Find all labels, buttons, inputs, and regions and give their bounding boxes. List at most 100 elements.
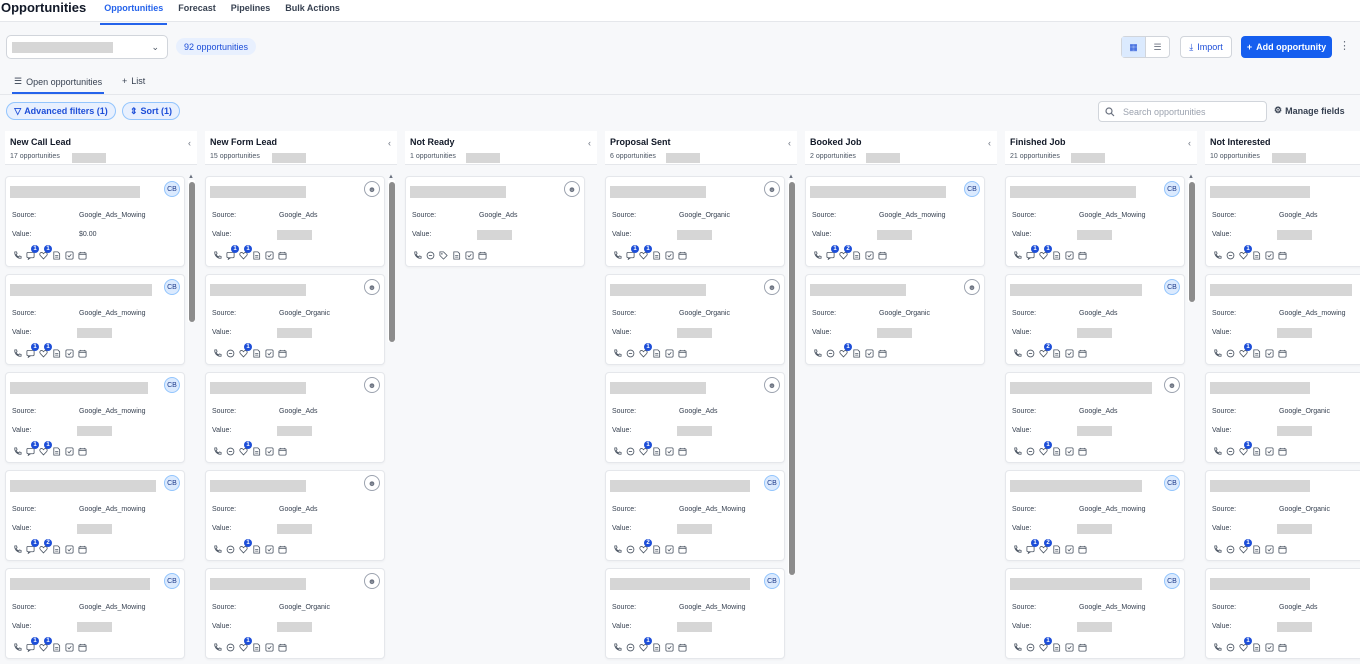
phone-icon[interactable]: [1012, 544, 1022, 554]
avatar[interactable]: CB: [164, 573, 180, 589]
add-list-tab[interactable]: + List: [122, 76, 145, 86]
opportunity-card[interactable]: CB Source: Google_Ads Value: 2: [1005, 274, 1185, 365]
heart-icon[interactable]: 1: [238, 441, 252, 456]
calendar-icon[interactable]: [277, 446, 287, 456]
avatar[interactable]: CB: [1164, 475, 1180, 491]
heart-icon[interactable]: 2: [1038, 539, 1052, 554]
chat-icon[interactable]: [1225, 544, 1235, 554]
phone-icon[interactable]: [12, 642, 22, 652]
document-icon[interactable]: [851, 250, 861, 260]
opportunity-card[interactable]: ☻ Source: Google_Ads Value: 1: [1005, 372, 1185, 463]
avatar[interactable]: CB: [1164, 279, 1180, 295]
opportunity-card[interactable]: ☻ Source: Google_Organic Value: 1: [805, 274, 985, 365]
unassigned-user-icon[interactable]: ☻: [764, 279, 780, 295]
chat-icon[interactable]: [625, 544, 635, 554]
opportunity-card[interactable]: CB Source: Google_Ads_mowing Value: 1 1: [5, 274, 185, 365]
task-check-icon[interactable]: [264, 348, 274, 358]
task-check-icon[interactable]: [1264, 642, 1274, 652]
unassigned-user-icon[interactable]: ☻: [1164, 377, 1180, 393]
calendar-icon[interactable]: [1277, 446, 1287, 456]
scrollbar-thumb[interactable]: [789, 182, 795, 575]
document-icon[interactable]: [1051, 446, 1061, 456]
heart-icon[interactable]: 1: [238, 245, 252, 260]
heart-icon[interactable]: 1: [1238, 245, 1252, 260]
document-icon[interactable]: [651, 446, 661, 456]
document-icon[interactable]: [1251, 642, 1261, 652]
phone-icon[interactable]: [212, 642, 222, 652]
phone-icon[interactable]: [1012, 446, 1022, 456]
chat-icon[interactable]: [1025, 642, 1035, 652]
opportunity-card[interactable]: Source: Google_Ads Value: 1: [1205, 176, 1360, 267]
task-check-icon[interactable]: [664, 446, 674, 456]
calendar-icon[interactable]: [677, 446, 687, 456]
heart-icon[interactable]: 1: [1038, 441, 1052, 456]
scrollbar-thumb[interactable]: [1189, 182, 1195, 302]
opportunity-card[interactable]: ☻ Source: Google_Organic Value: 1: [205, 568, 385, 659]
phone-icon[interactable]: [612, 642, 622, 652]
calendar-icon[interactable]: [677, 348, 687, 358]
sort-button[interactable]: ⇕ Sort (1): [122, 102, 180, 120]
phone-icon[interactable]: [612, 250, 622, 260]
heart-icon[interactable]: 1: [238, 343, 252, 358]
document-icon[interactable]: [1051, 250, 1061, 260]
calendar-icon[interactable]: [877, 348, 887, 358]
task-check-icon[interactable]: [1264, 348, 1274, 358]
chat-icon[interactable]: [1225, 642, 1235, 652]
unassigned-user-icon[interactable]: ☻: [364, 573, 380, 589]
heart-icon[interactable]: 1: [638, 343, 652, 358]
opportunity-card[interactable]: CB Source: Google_Ads_Mowing Value: $0.00 1 1: [5, 176, 185, 267]
opportunity-card[interactable]: ☻ Source: Google_Ads Value:: [405, 176, 585, 267]
tab-opportunities[interactable]: Opportunities: [100, 0, 168, 25]
document-icon[interactable]: [851, 348, 861, 358]
collapse-column-icon[interactable]: ‹: [388, 138, 391, 148]
document-icon[interactable]: [251, 642, 261, 652]
tag-icon[interactable]: [438, 250, 448, 260]
chat-icon[interactable]: [225, 348, 235, 358]
task-check-icon[interactable]: [64, 446, 74, 456]
task-check-icon[interactable]: [264, 446, 274, 456]
avatar[interactable]: CB: [164, 279, 180, 295]
phone-icon[interactable]: [212, 348, 222, 358]
opportunity-card[interactable]: CB Source: Google_Ads_mowing Value: 1 2: [1005, 470, 1185, 561]
document-icon[interactable]: [51, 250, 61, 260]
chat-icon[interactable]: [625, 348, 635, 358]
heart-icon[interactable]: 1: [1238, 637, 1252, 652]
calendar-icon[interactable]: [677, 250, 687, 260]
phone-icon[interactable]: [612, 544, 622, 554]
phone-icon[interactable]: [212, 250, 222, 260]
tab-forecast[interactable]: Forecast: [178, 0, 216, 19]
document-icon[interactable]: [651, 348, 661, 358]
calendar-icon[interactable]: [1077, 446, 1087, 456]
tab-open-opportunities[interactable]: ☰ Open opportunities: [11, 76, 105, 94]
message-icon[interactable]: 1: [25, 245, 39, 260]
task-check-icon[interactable]: [864, 348, 874, 358]
chat-icon[interactable]: [625, 446, 635, 456]
manage-fields-button[interactable]: ⚙ Manage fields: [1274, 105, 1345, 116]
calendar-icon[interactable]: [277, 250, 287, 260]
task-check-icon[interactable]: [664, 642, 674, 652]
calendar-icon[interactable]: [1277, 642, 1287, 652]
scroll-up-icon[interactable]: ▲: [388, 174, 394, 180]
unassigned-user-icon[interactable]: ☻: [364, 377, 380, 393]
scrollbar-thumb[interactable]: [389, 182, 395, 342]
task-check-icon[interactable]: [264, 642, 274, 652]
calendar-icon[interactable]: [77, 642, 87, 652]
chat-icon[interactable]: [625, 642, 635, 652]
chat-icon[interactable]: [1025, 348, 1035, 358]
heart-icon[interactable]: 2: [38, 539, 52, 554]
unassigned-user-icon[interactable]: ☻: [564, 181, 580, 197]
chat-icon[interactable]: [225, 544, 235, 554]
phone-icon[interactable]: [612, 446, 622, 456]
task-check-icon[interactable]: [64, 642, 74, 652]
avatar[interactable]: CB: [764, 573, 780, 589]
heart-icon[interactable]: 1: [38, 637, 52, 652]
document-icon[interactable]: [1251, 250, 1261, 260]
opportunity-card[interactable]: CB Source: Google_Ads_mowing Value: 1 2: [5, 470, 185, 561]
opportunity-card[interactable]: ☻ Source: Google_Ads Value: 1: [205, 470, 385, 561]
more-options-icon[interactable]: ⋮: [1339, 39, 1350, 52]
task-check-icon[interactable]: [864, 250, 874, 260]
chat-icon[interactable]: [1025, 446, 1035, 456]
task-check-icon[interactable]: [1264, 544, 1274, 554]
unassigned-user-icon[interactable]: ☻: [764, 181, 780, 197]
avatar[interactable]: CB: [964, 181, 980, 197]
